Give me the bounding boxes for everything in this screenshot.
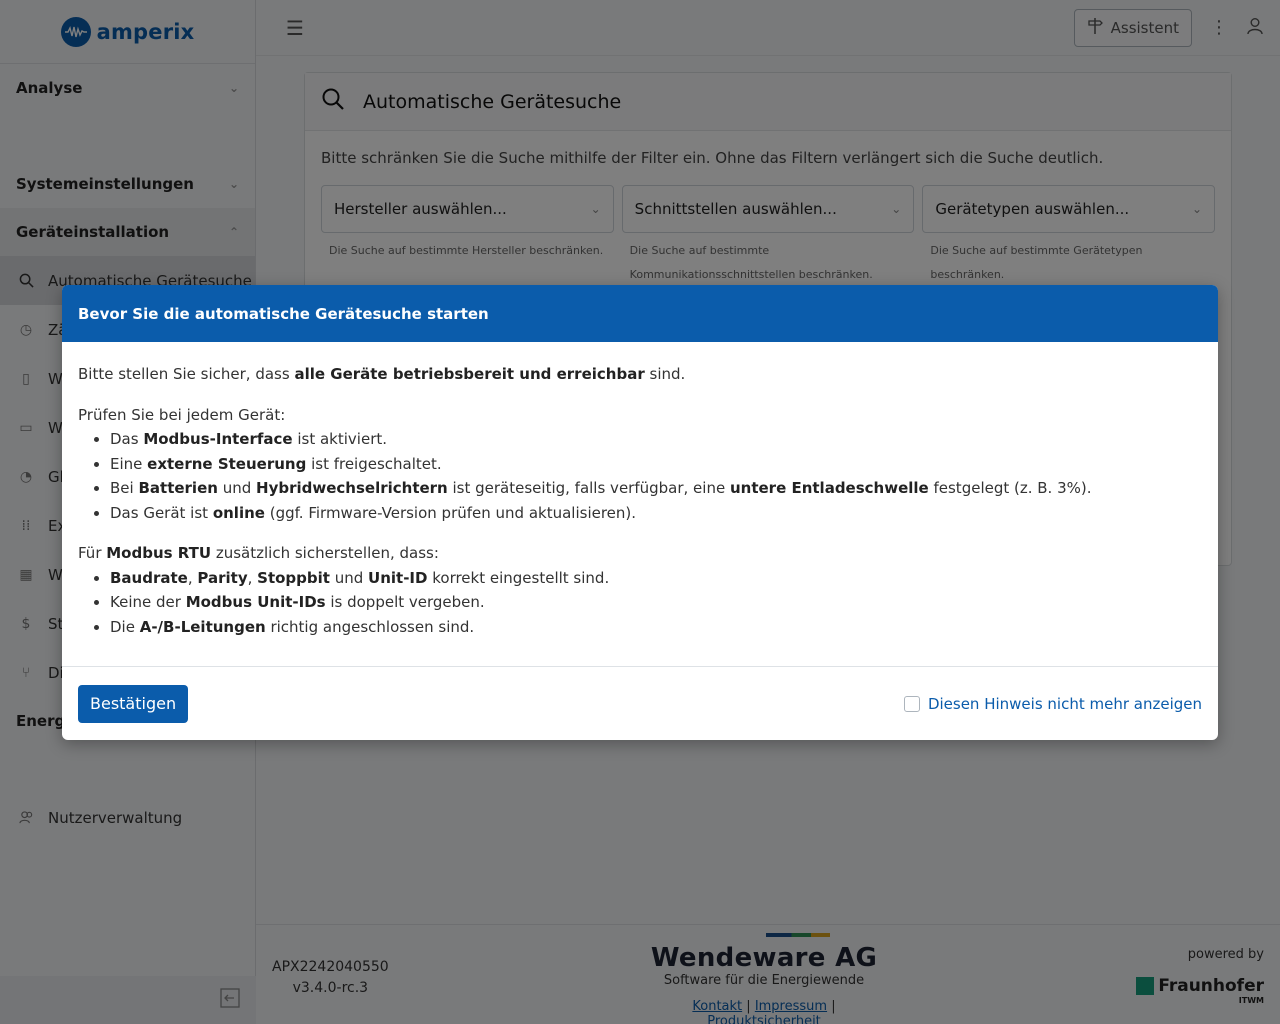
list-item: Das Gerät ist online (ggf. Firmware-Vers…	[110, 501, 1202, 526]
list-item: Bei Batterien und Hybridwechselrichtern …	[110, 476, 1202, 501]
list-item: Eine externe Steuerung ist freigeschalte…	[110, 452, 1202, 477]
dont-show-again-label[interactable]: Diesen Hinweis nicht mehr anzeigen	[928, 695, 1202, 713]
modal-header: Bevor Sie die automatische Gerätesuche s…	[62, 285, 1218, 342]
modal-footer: Bestätigen Diesen Hinweis nicht mehr anz…	[62, 667, 1218, 740]
dont-show-again-toggle[interactable]: Diesen Hinweis nicht mehr anzeigen	[903, 695, 1202, 713]
device-check-list: Das Modbus-Interface ist aktiviert. Eine…	[110, 427, 1202, 525]
list-item: Die A-/B-Leitungen richtig angeschlossen…	[110, 615, 1202, 640]
section-title: Für Modbus RTU zusätzlich sicherstellen,…	[78, 544, 439, 562]
list-item: Baudrate, Parity, Stoppbit und Unit-ID k…	[110, 566, 1202, 591]
dont-show-again-checkbox[interactable]	[903, 695, 920, 712]
pre-search-modal: Bevor Sie die automatische Gerätesuche s…	[62, 285, 1218, 740]
modbus-rtu-check-list: Baudrate, Parity, Stoppbit und Unit-ID k…	[110, 566, 1202, 640]
modal-body: Bitte stellen Sie sicher, dass alle Gerä…	[62, 342, 1218, 667]
modal-title: Bevor Sie die automatische Gerätesuche s…	[78, 304, 489, 323]
modal-intro: Bitte stellen Sie sicher, dass alle Gerä…	[78, 365, 686, 383]
confirm-button[interactable]: Bestätigen	[78, 684, 189, 723]
list-item: Das Modbus-Interface ist aktiviert.	[110, 427, 1202, 452]
section-title: Prüfen Sie bei jedem Gerät:	[78, 405, 286, 424]
list-item: Keine der Modbus Unit-IDs is doppelt ver…	[110, 590, 1202, 615]
